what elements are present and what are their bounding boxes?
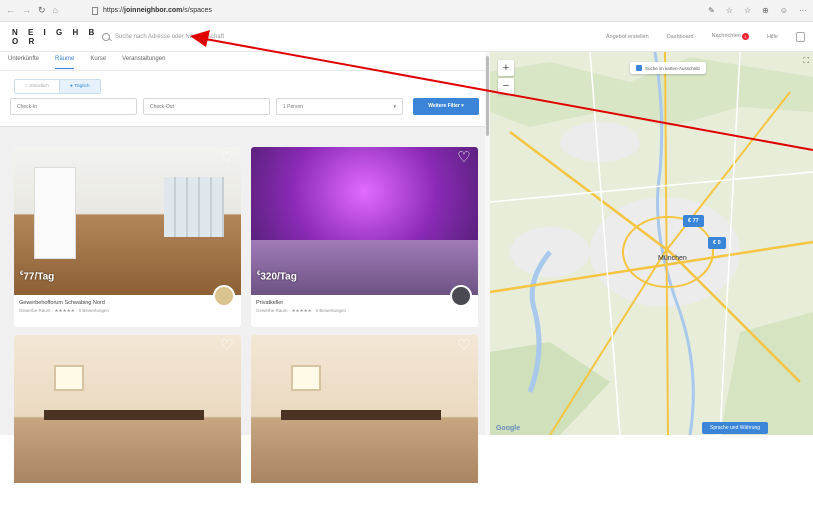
address-bar[interactable]: https://joinneighbor.com/s/spaces <box>92 6 212 15</box>
more-filters-button[interactable]: Weitere Filter ▾ <box>413 98 479 115</box>
google-logo: Google <box>496 425 521 432</box>
listing-photo <box>251 335 478 483</box>
listing-photo <box>14 335 241 483</box>
home-icon[interactable]: ⌂ <box>53 5 58 16</box>
favorite-icon[interactable]: ☆ <box>726 6 733 15</box>
persons-value: 1 Person <box>283 104 304 110</box>
map-panel[interactable]: + − Suche im karten-Ausschnitt ⛶ € 77 € … <box>490 52 813 435</box>
heart-icon[interactable]: ♡ <box>219 150 235 165</box>
chevron-down-icon: ▾ <box>393 104 396 110</box>
browser-toolbar: ← → ↻ ⌂ https://joinneighbor.com/s/space… <box>0 0 813 22</box>
edit-icon[interactable]: ✎ <box>708 6 715 15</box>
checkbox-icon <box>636 65 642 71</box>
url-prefix: https:// <box>103 7 125 14</box>
host-avatar[interactable] <box>213 285 235 307</box>
search-on-move-label: Suche im karten-Ausschnitt <box>645 65 700 71</box>
listing-card[interactable]: ♡ €320/Tag Privatkeller Gewerbe Raum · ★… <box>251 147 478 327</box>
listing-price: €320/Tag <box>257 271 297 282</box>
filter-bar: Check-In Check-Out 1 Person ▾ Weitere Fil… <box>10 98 479 115</box>
toggle-hourly[interactable]: ○ Stündlich <box>15 80 59 93</box>
results-list: ♡ €77/Tag Gewerbehofforum Schwabing Nord… <box>0 126 485 515</box>
tab-accommodations[interactable]: Unterkünfte <box>8 56 39 69</box>
listing-card[interactable]: ♡ €77/Tag Gewerbehofforum Schwabing Nord… <box>14 147 241 327</box>
reload-icon[interactable]: ↻ <box>38 5 46 16</box>
booking-period-toggle: ○ Stündlich ● Täglich <box>14 79 101 94</box>
search-placeholder: Suche nach Adresse oder Nachbarschaft <box>115 33 225 40</box>
user-icon[interactable] <box>796 31 805 42</box>
scrollbar-thumb[interactable] <box>486 56 489 136</box>
checkout-field[interactable]: Check-Out <box>143 98 270 115</box>
map-price-pin[interactable]: € 77 <box>683 215 704 227</box>
header-links: Angebot erstellen Dashboard Nachrichten 1… <box>606 31 813 42</box>
share-icon[interactable]: ⊕ <box>762 6 769 15</box>
back-icon[interactable]: ← <box>6 5 15 16</box>
search-icon <box>102 32 110 41</box>
messages-label: Nachrichten <box>711 33 741 39</box>
map-price-pin[interactable]: € 0 <box>708 237 726 249</box>
language-currency-button[interactable]: Sprache und Währung <box>702 422 769 434</box>
logo[interactable]: N E I G H B O R <box>0 28 100 46</box>
fullscreen-icon[interactable]: ⛶ <box>803 56 809 66</box>
zoom-out-button[interactable]: − <box>498 78 514 94</box>
search-on-move-checkbox[interactable]: Suche im karten-Ausschnitt <box>630 62 706 74</box>
zoom-in-button[interactable]: + <box>498 60 514 76</box>
tabs-divider <box>0 70 485 71</box>
url-domain: joinneighbor.com <box>124 7 183 14</box>
search-input[interactable]: Suche nach Adresse oder Nachbarschaft <box>102 32 225 41</box>
listing-meta: Gewerbe Raum · ★★★★★ · 0 Bewertungen <box>256 308 346 313</box>
listing-title[interactable]: Gewerbehofforum Schwabing Nord <box>19 300 105 306</box>
persons-select[interactable]: 1 Person ▾ <box>276 98 403 115</box>
url-path: /s/spaces <box>182 7 212 14</box>
map-background <box>490 52 813 435</box>
heart-icon[interactable]: ♡ <box>456 150 472 165</box>
browser-nav: ← → ↻ ⌂ <box>6 5 92 16</box>
listing-card[interactable]: ♡ <box>14 335 241 515</box>
toggle-hourly-label: Stündlich <box>29 84 49 89</box>
toggle-daily-label: Täglich <box>74 84 90 89</box>
forward-icon[interactable]: → <box>22 5 31 16</box>
messages-badge: 1 <box>741 33 749 40</box>
category-tabs: Unterkünfte Räume Kurse Veranstaltungen <box>8 56 165 69</box>
more-icon[interactable]: ··· <box>799 6 807 15</box>
tab-events[interactable]: Veranstaltungen <box>122 56 165 69</box>
listing-title[interactable]: Privatkeller <box>256 300 283 306</box>
help-link[interactable]: Hilfe <box>767 34 778 40</box>
tab-spaces[interactable]: Räume <box>55 56 75 69</box>
toggle-daily[interactable]: ● Täglich <box>58 80 100 93</box>
favorites-list-icon[interactable]: ☆ <box>744 6 751 15</box>
heart-icon[interactable]: ♡ <box>456 338 472 353</box>
heart-icon[interactable]: ♡ <box>219 338 235 353</box>
dashboard-link[interactable]: Dashboard <box>667 34 694 40</box>
create-listing-link[interactable]: Angebot erstellen <box>606 34 649 40</box>
listing-price-value: 320/Tag <box>260 271 297 283</box>
tab-courses[interactable]: Kurse <box>90 56 106 69</box>
map-city-label: München <box>658 255 687 262</box>
listing-price: €77/Tag <box>20 271 54 282</box>
listing-card[interactable]: ♡ <box>251 335 478 515</box>
page-icon <box>92 6 98 15</box>
browser-tools: ✎ ☆ ☆ ⊕ ☺ ··· <box>708 6 807 15</box>
listing-price-value: 77/Tag <box>23 271 55 283</box>
listing-meta: Gewerbe Raum · ★★★★★ · 0 Bewertungen <box>19 308 109 313</box>
profile-icon[interactable]: ☺ <box>780 6 788 15</box>
checkin-field[interactable]: Check-In <box>10 98 137 115</box>
app-header: N E I G H B O R Suche nach Adresse oder … <box>0 22 813 52</box>
messages-link[interactable]: Nachrichten 1 <box>712 33 749 40</box>
host-avatar[interactable] <box>450 285 472 307</box>
